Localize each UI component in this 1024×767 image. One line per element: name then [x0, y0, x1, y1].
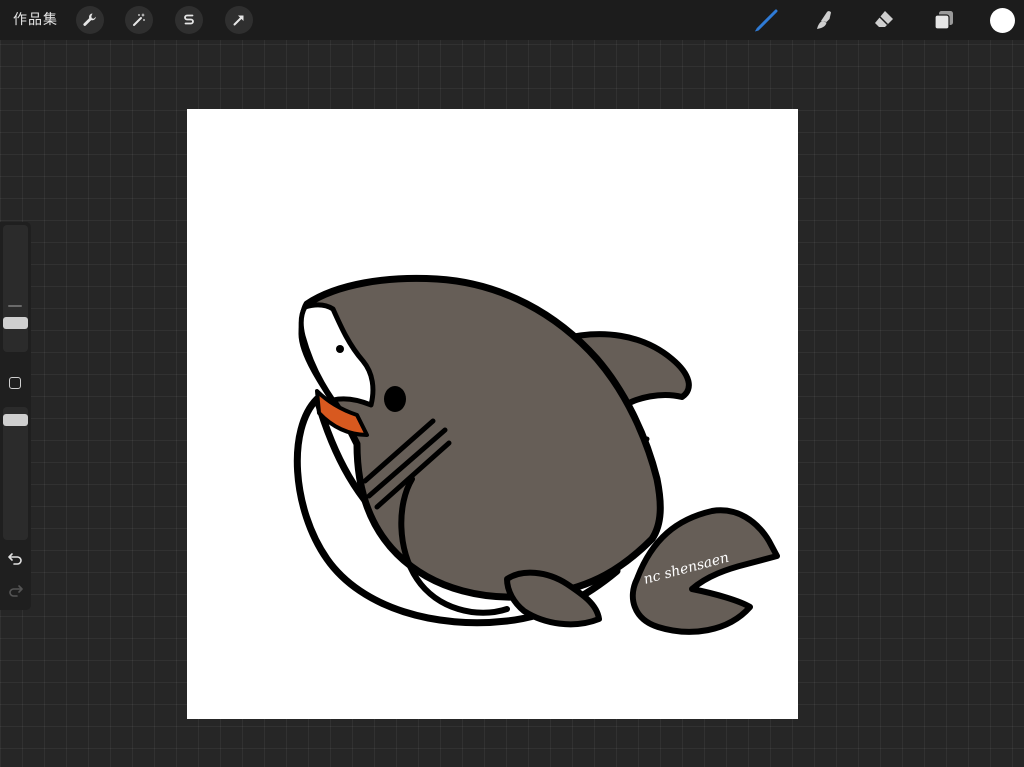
brush-size-slider[interactable] [3, 225, 28, 352]
brush-button[interactable] [752, 6, 780, 34]
top-toolbar: 作品集 [0, 0, 1024, 40]
actions-button[interactable] [76, 6, 104, 34]
redo-icon[interactable] [7, 582, 24, 599]
eraser-icon [875, 11, 893, 27]
transform-button[interactable] [225, 6, 253, 34]
selection-s-icon [184, 14, 194, 25]
undo-icon[interactable] [7, 550, 24, 567]
gallery-button[interactable]: 作品集 [13, 10, 58, 30]
magic-wand-icon [133, 13, 145, 26]
drawing-canvas[interactable]: nc shensaen [187, 109, 798, 719]
brush-opacity-thumb[interactable] [3, 414, 28, 426]
transform-arrow-icon [233, 15, 244, 26]
left-sidebar [0, 222, 31, 610]
layers-icon [934, 11, 953, 30]
selection-button[interactable] [175, 6, 203, 34]
wrench-icon [83, 13, 96, 26]
smudge-icon [817, 11, 831, 29]
modify-square-icon[interactable] [9, 377, 21, 389]
layers-button[interactable] [930, 6, 958, 34]
slider-tick [8, 305, 22, 307]
brush-opacity-slider[interactable] [3, 407, 28, 540]
color-picker-button[interactable] [990, 8, 1015, 33]
brush-icon [755, 9, 778, 32]
eraser-button[interactable] [870, 6, 898, 34]
shark-illustration: nc shensaen [293, 274, 780, 635]
brush-size-thumb[interactable] [3, 317, 28, 329]
smudge-button[interactable] [811, 6, 839, 34]
adjustments-button[interactable] [125, 6, 153, 34]
